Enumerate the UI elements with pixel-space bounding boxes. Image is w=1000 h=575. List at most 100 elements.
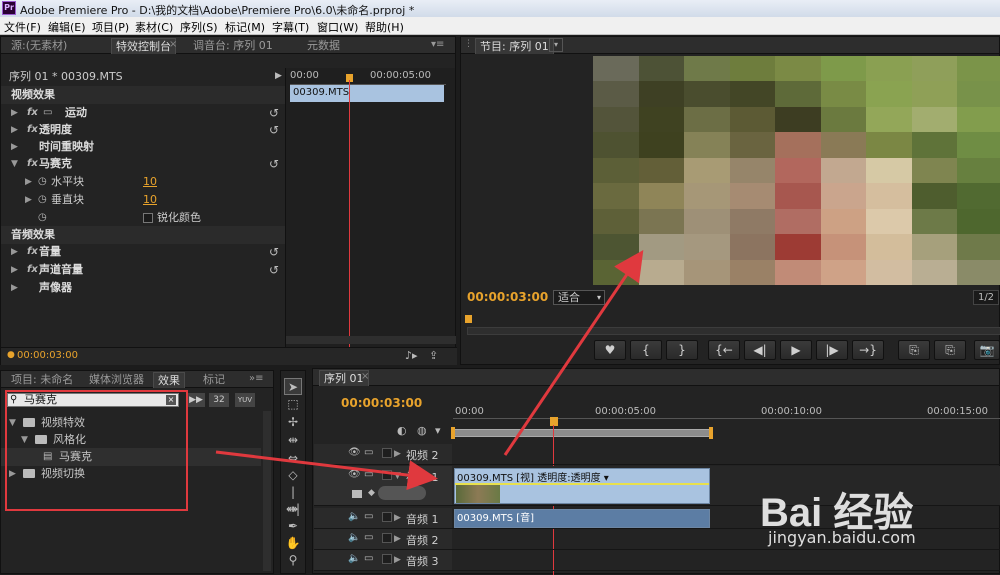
param-value-horizontal[interactable]: 10 xyxy=(143,173,157,191)
set-keyframe-icon[interactable]: ▾ xyxy=(435,424,441,437)
fx-badge-icon[interactable]: fx xyxy=(27,155,38,173)
program-timecode[interactable]: 00:00:03:00 xyxy=(467,290,548,304)
clip-bar[interactable]: 00309.MTS xyxy=(290,85,444,102)
accelerated-effects-icon[interactable]: ▶▶ xyxy=(187,393,205,407)
expand-arrow-icon[interactable]: ▶ xyxy=(11,279,18,297)
expand-arrow-icon[interactable]: ▶ xyxy=(394,513,401,523)
export-icon[interactable]: ⇪ xyxy=(429,349,438,362)
effect-channel-volume-row[interactable]: ▶ fx 声道音量 ↺ xyxy=(1,261,285,279)
work-area-start-handle[interactable] xyxy=(451,427,455,439)
collapse-arrow-icon[interactable]: ▼ xyxy=(394,471,401,481)
program-playhead[interactable] xyxy=(465,315,472,323)
mark-out-button[interactable]: } xyxy=(666,340,698,360)
effect-timecode[interactable]: 00:00:03:00 xyxy=(17,350,78,361)
export-frame-button[interactable]: 📷 xyxy=(974,340,1000,360)
menu-window[interactable]: 窗口(W) xyxy=(317,19,358,35)
eye-icon[interactable]: 👁 xyxy=(348,447,361,458)
play-button[interactable]: ▶ xyxy=(780,340,812,360)
tab-project[interactable]: 项目: 未命名 xyxy=(7,372,77,388)
param-vertical-row[interactable]: ▶ ◷ 垂直块 10 xyxy=(1,191,285,209)
tab-metadata[interactable]: 元数据 xyxy=(303,38,344,54)
effect-volume-row[interactable]: ▶ fx 音量 ↺ xyxy=(1,243,285,261)
keyframe-diamond-icon[interactable]: ◆ xyxy=(368,488,375,498)
lock-toggle[interactable] xyxy=(382,554,392,564)
menu-project[interactable]: 项目(P) xyxy=(92,19,129,35)
resolution-dropdown[interactable]: 1/2 xyxy=(973,290,999,305)
timeline-timecode[interactable]: 00:00:03:00 xyxy=(341,396,422,410)
32bit-effects-icon[interactable]: 32 xyxy=(209,393,229,407)
program-zoom-bar[interactable] xyxy=(467,327,1000,335)
menu-sequence[interactable]: 序列(S) xyxy=(180,19,218,35)
panel-menu-icon[interactable]: ▾≡ xyxy=(431,39,444,50)
motion-transform-icon[interactable]: ▭ xyxy=(43,104,52,122)
zoom-scrollbar[interactable] xyxy=(286,336,456,344)
tab-effect-controls[interactable]: 特效控制台 xyxy=(111,38,176,54)
speaker-icon[interactable]: 🔈 xyxy=(348,553,360,564)
fit-dropdown[interactable]: 适合 ▾ xyxy=(553,290,605,305)
lock-toggle[interactable] xyxy=(382,533,392,543)
display-style-icon[interactable] xyxy=(352,490,362,498)
reset-icon[interactable]: ↺ xyxy=(269,261,279,279)
expand-arrow-icon[interactable]: ▶ xyxy=(394,555,401,565)
fx-badge-icon[interactable]: fx xyxy=(27,261,38,279)
sharpen-checkbox[interactable] xyxy=(143,213,153,223)
go-to-out-button[interactable]: →} xyxy=(852,340,884,360)
expand-arrow-icon[interactable]: ▶ xyxy=(394,534,401,544)
expand-arrow-icon[interactable]: ▶ xyxy=(11,243,18,261)
stopwatch-icon[interactable]: ◷ xyxy=(38,173,47,191)
mark-in-button[interactable]: { xyxy=(630,340,662,360)
speaker-icon[interactable]: 🔈 xyxy=(348,532,360,543)
reset-icon[interactable]: ↺ xyxy=(269,104,279,122)
effects-scrollbar[interactable] xyxy=(263,411,271,571)
ripple-edit-tool-icon[interactable]: ✢ xyxy=(284,414,302,431)
lock-toggle[interactable] xyxy=(382,470,392,480)
menu-file[interactable]: 文件(F) xyxy=(4,19,41,35)
menu-help[interactable]: 帮助(H) xyxy=(365,19,404,35)
expand-arrow-icon[interactable]: ▶ xyxy=(25,173,32,191)
fx-badge-icon[interactable]: fx xyxy=(27,121,38,139)
lock-toggle[interactable] xyxy=(382,448,392,458)
go-to-in-button[interactable]: {← xyxy=(708,340,740,360)
tab-source[interactable]: 源:(无素材) xyxy=(7,38,71,54)
yuv-effects-icon[interactable]: YUV xyxy=(235,393,255,407)
rate-stretch-tool-icon[interactable]: ⇔ xyxy=(284,450,302,467)
effect-mini-timeline[interactable]: 00:00 00:00:05:00 00309.MTS xyxy=(285,68,456,363)
tab-markers[interactable]: 标记 xyxy=(199,372,229,388)
slip-tool-icon[interactable]: |↔| xyxy=(284,484,302,516)
reset-icon[interactable]: ↺ xyxy=(269,155,279,173)
expand-arrow-icon[interactable]: ▶ xyxy=(11,104,18,122)
step-forward-button[interactable]: |▶ xyxy=(816,340,848,360)
eye-icon[interactable]: 👁 xyxy=(348,469,361,480)
tab-media-browser[interactable]: 媒体浏览器 xyxy=(85,372,148,388)
menu-marker[interactable]: 标记(M) xyxy=(225,19,265,35)
audio-loop-icon[interactable]: ♪▸ xyxy=(405,349,418,362)
effect-panner-row[interactable]: ▶ 声像器 xyxy=(1,279,285,297)
dropdown-icon[interactable]: ▾ xyxy=(549,38,563,52)
rolling-edit-tool-icon[interactable]: ⇹ xyxy=(284,432,302,449)
keyframe-navigator[interactable] xyxy=(378,486,426,500)
effect-opacity-row[interactable]: ▶ fx 透明度 ↺ xyxy=(1,121,285,139)
video-clip[interactable]: 00309.MTS [视] 透明度:透明度 ▾ xyxy=(454,468,710,504)
stopwatch-icon[interactable]: ◷ xyxy=(38,191,47,209)
timeline-playhead[interactable] xyxy=(550,417,558,426)
expand-arrow-icon[interactable]: ▶ xyxy=(11,121,18,139)
tab-program[interactable]: 节目: 序列 01 xyxy=(475,38,554,54)
track-select-tool-icon[interactable]: ⬚ xyxy=(284,396,302,413)
expand-arrow-icon[interactable]: ▶ xyxy=(25,191,32,209)
play-only-icon[interactable]: ▶ xyxy=(275,71,282,81)
expand-arrow-icon[interactable]: ▶ xyxy=(11,261,18,279)
reset-icon[interactable]: ↺ xyxy=(269,121,279,139)
tab-audio-mixer[interactable]: 调音台: 序列 01 xyxy=(189,38,277,54)
panel-menu-icon[interactable]: »≡ xyxy=(249,373,264,384)
selection-tool-icon[interactable]: ➤ xyxy=(284,378,302,395)
effect-motion-row[interactable]: ▶ fx ▭ 运动 ↺ xyxy=(1,104,285,122)
speaker-icon[interactable]: 🔈 xyxy=(348,511,360,522)
razor-tool-icon[interactable]: ◇ xyxy=(284,467,302,484)
menu-clip[interactable]: 素材(C) xyxy=(135,19,173,35)
expand-arrow-icon[interactable]: ▶ xyxy=(11,138,18,156)
param-value-vertical[interactable]: 10 xyxy=(143,191,157,209)
lift-button[interactable]: ⎘ xyxy=(898,340,930,360)
add-marker-button[interactable]: ♥ xyxy=(594,340,626,360)
param-horizontal-row[interactable]: ▶ ◷ 水平块 10 xyxy=(1,173,285,191)
step-back-button[interactable]: ◀| xyxy=(744,340,776,360)
